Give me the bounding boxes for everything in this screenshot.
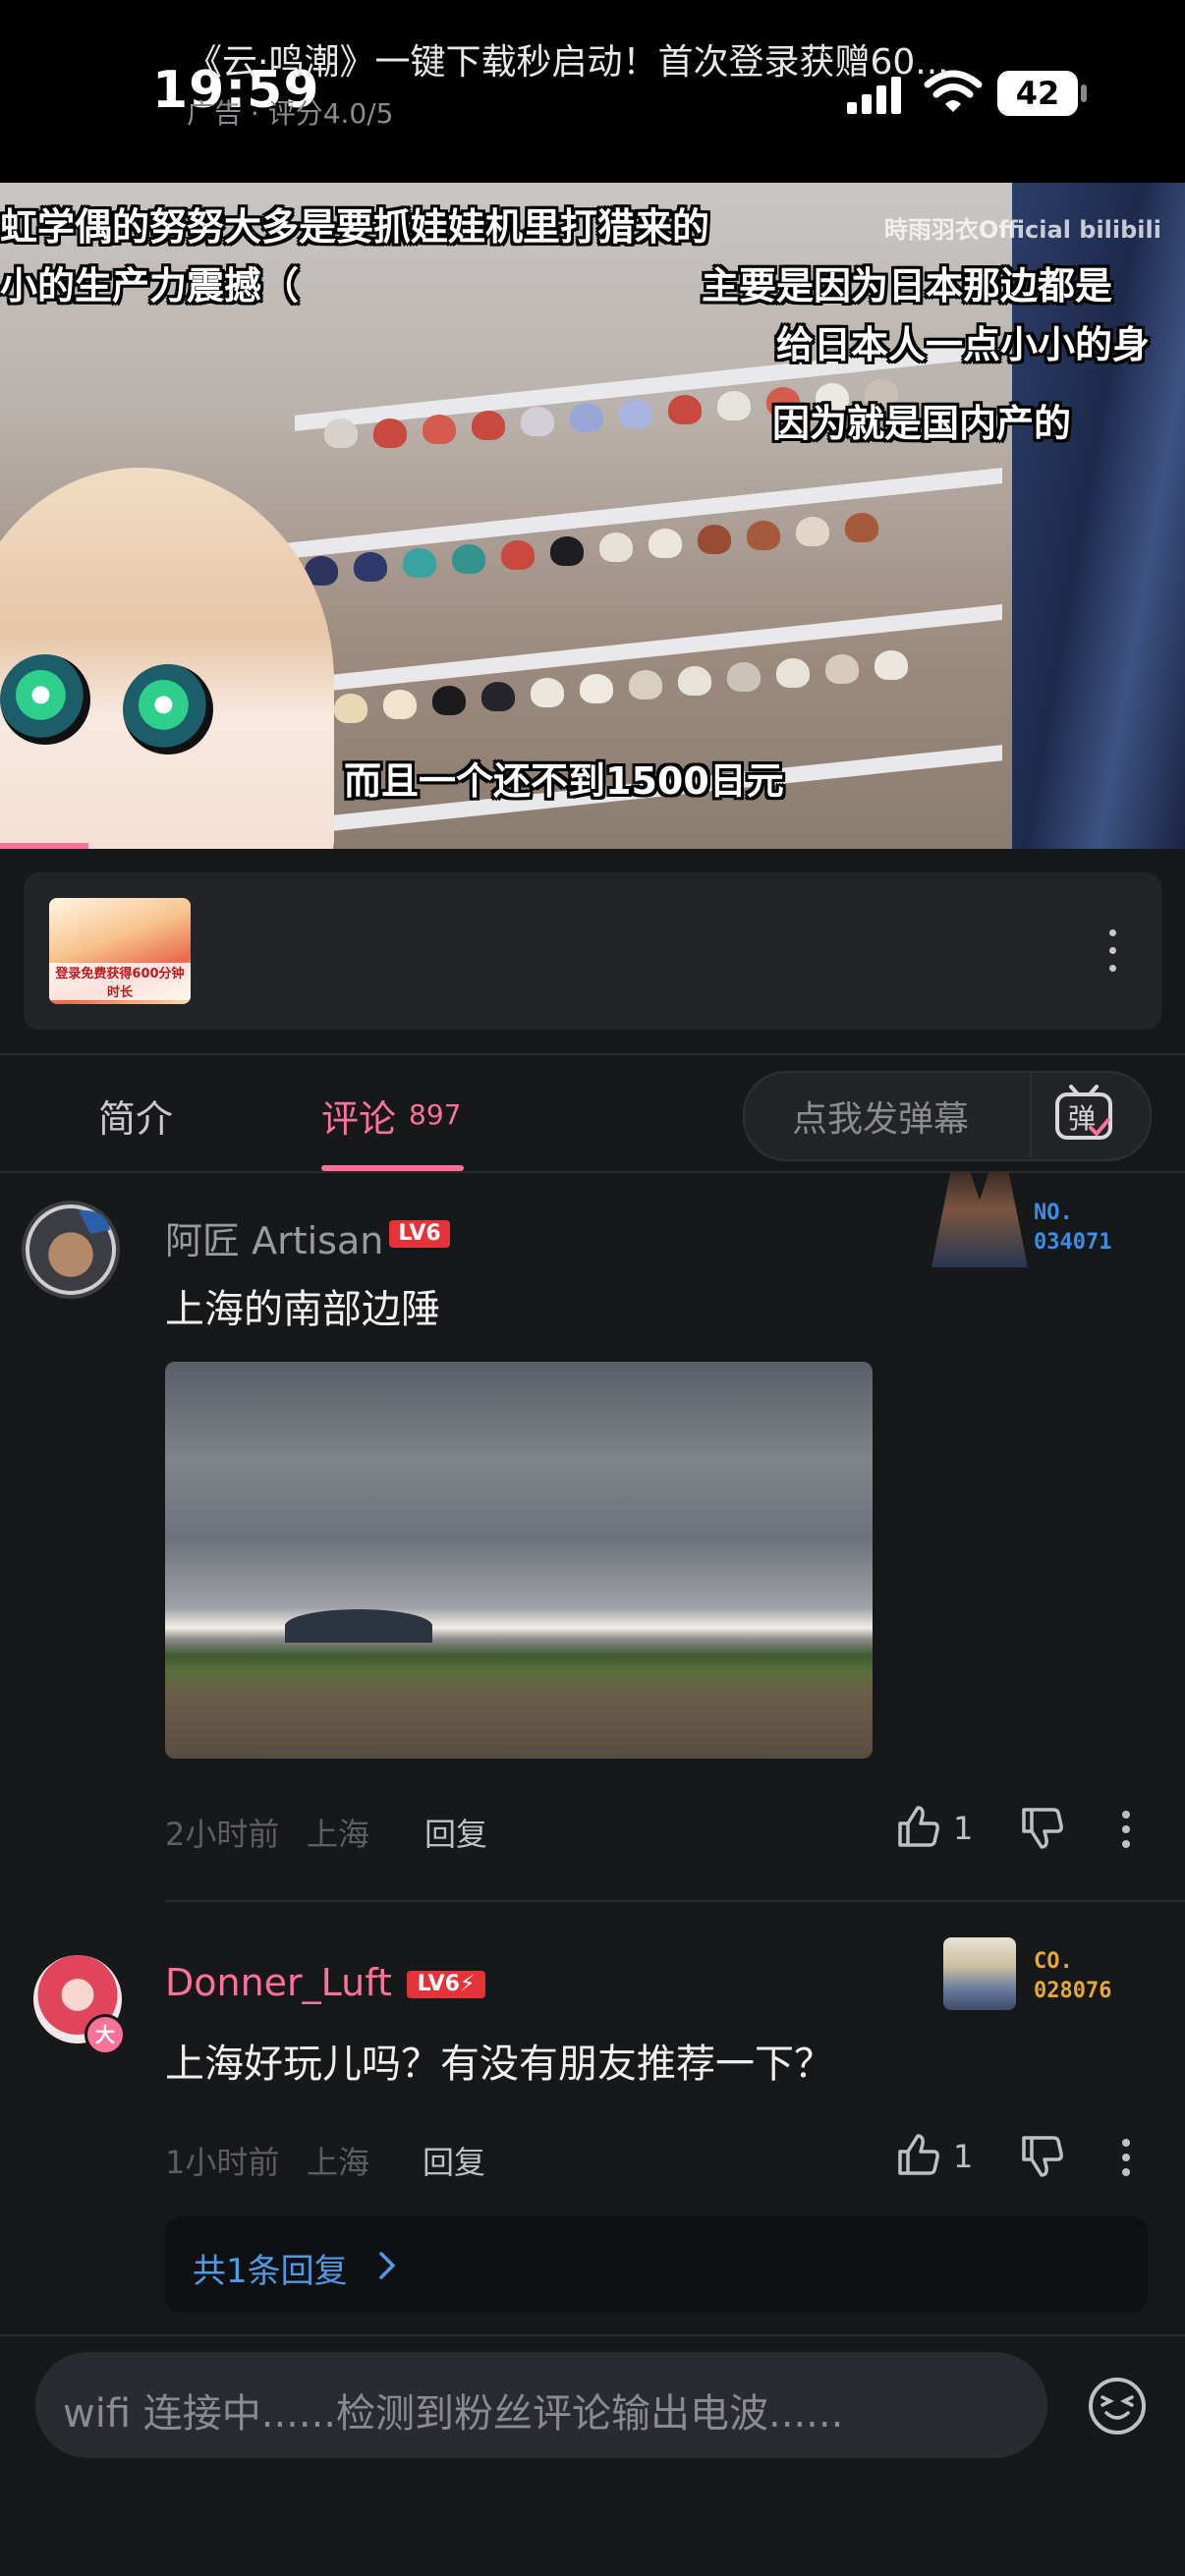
ad-title[interactable]: 《云·鸣潮》一键下载秒启动！首次登录获赠60... <box>187 33 1061 84</box>
fan-medal-label: NO. <box>1034 1201 1073 1225</box>
video-watermark: 時雨羽衣Official bilibili <box>883 216 1161 244</box>
comment-username[interactable]: Donner_Luft <box>165 1961 392 2004</box>
video-subtitle: 主要是因为日本那边都是 <box>702 264 1113 308</box>
tab-intro[interactable]: 简介 <box>98 1089 173 1143</box>
danmaku-separator <box>1030 1073 1032 1157</box>
like-icon[interactable] <box>896 2132 941 2177</box>
danmaku-toggle-icon[interactable]: 弹 <box>1051 1081 1116 1146</box>
comment-text: 上海好玩儿吗？有没有朋友推荐一下？ <box>165 2042 833 2087</box>
comment-image-hill <box>285 1609 432 1643</box>
avatar-badge: 大 <box>85 2014 126 2055</box>
ad-thumbnail: 登录免费获得600分钟时长 <box>49 898 191 1004</box>
like-count: 1 <box>953 1810 974 1847</box>
battery-tip <box>1081 84 1087 102</box>
ad-card[interactable]: 登录免费获得600分钟时长 <box>24 872 1161 1030</box>
level-badge: LV6 <box>389 1220 450 1248</box>
more-options-icon[interactable] <box>1102 922 1122 980</box>
video-subtitle: 给日本人一点小小的身 <box>776 323 1151 366</box>
danmaku-placeholder[interactable]: 点我发弹幕 <box>792 1091 969 1142</box>
comment-time: 1小时前 <box>165 2144 280 2181</box>
divider <box>0 2334 1185 2336</box>
video-subtitle: 而且一个还不到1500日元 <box>344 759 784 803</box>
divider <box>165 1900 1185 1902</box>
comments-count: 897 <box>409 1098 462 1131</box>
vtuber-avatar <box>0 468 334 849</box>
fan-medal-avatar <box>943 1937 1016 2010</box>
comment-username[interactable]: 阿匠 Artisan <box>165 1210 383 1264</box>
tab-comments[interactable]: 评论 <box>321 1089 396 1143</box>
ad-thumbnail-text: 登录免费获得600分钟时长 <box>49 963 191 1000</box>
level-badge: LV6⚡ <box>407 1971 485 1998</box>
fan-medal-label: CO. <box>1034 1949 1073 1974</box>
comment-time: 2小时前 <box>165 1816 280 1853</box>
dislike-icon[interactable] <box>1020 1806 1065 1851</box>
comment-location: 上海 <box>307 2144 370 2181</box>
fan-medal-avatar <box>931 1171 1028 1267</box>
comment-location: 上海 <box>307 1816 370 1853</box>
video-progress-bar[interactable] <box>0 843 88 849</box>
like-count: 1 <box>953 2138 974 2175</box>
video-subtitle: 因为就是国内产的 <box>772 402 1072 445</box>
ad-meta: 广告 · 评分4.0/5 <box>187 97 394 130</box>
fan-medal-number: 034071 <box>1034 1230 1112 1255</box>
reply-button[interactable]: 回复 <box>424 1810 487 1855</box>
user-avatar[interactable] <box>22 1201 120 1299</box>
reply-button[interactable]: 回复 <box>423 2138 485 2183</box>
dislike-icon[interactable] <box>1020 2134 1065 2179</box>
more-options-icon[interactable] <box>1114 2138 1138 2177</box>
comment-text: 上海的南部边陲 <box>165 1287 440 1332</box>
video-player[interactable]: 時雨羽衣Official bilibili 虹学偶的努努大多是要抓娃娃机里打猎来… <box>0 183 1185 849</box>
fan-medal-number: 028076 <box>1034 1979 1112 2003</box>
comment-input-placeholder[interactable]: wifi 连接中......检测到粉丝评论输出电波...... <box>63 2381 843 2438</box>
video-subtitle: 虹学偶的努努大多是要抓娃娃机里打猎来的 <box>0 205 710 249</box>
emoji-icon[interactable] <box>1087 2376 1148 2436</box>
view-replies-link[interactable]: 共1条回复 <box>193 2244 348 2292</box>
chevron-right-icon <box>379 2252 396 2279</box>
like-icon[interactable] <box>896 1804 941 1849</box>
comment-image[interactable] <box>165 1362 873 1759</box>
more-options-icon[interactable] <box>1114 1810 1138 1849</box>
divider <box>0 1053 1185 1055</box>
video-subtitle: 小的生产力震撼（ <box>0 264 300 308</box>
